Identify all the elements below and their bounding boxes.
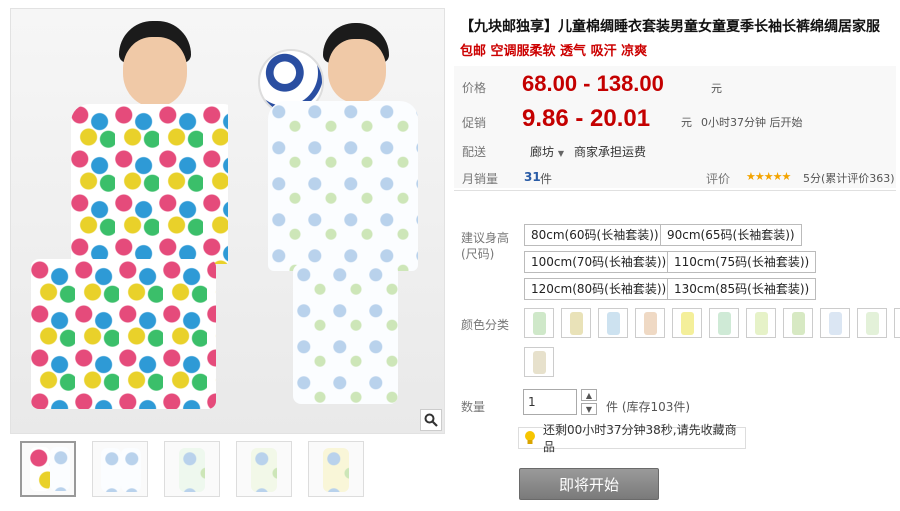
- price-label: 价格: [462, 81, 487, 95]
- color-swatch-4[interactable]: [635, 308, 665, 338]
- swatch-garment-thumbnail: [718, 312, 731, 335]
- promo-unit: 元: [681, 116, 692, 129]
- shipping-location: 廊坊: [530, 145, 555, 159]
- promo-price-range: 9.86 - 20.01: [522, 105, 651, 132]
- quantity-label: 数量: [461, 400, 486, 414]
- swatch-garment-thumbnail: [533, 351, 546, 374]
- favorite-reminder: 还剩00小时37分钟38秒,请先收藏商品: [518, 423, 746, 454]
- color-swatch-5[interactable]: [672, 308, 702, 338]
- swatch-garment-thumbnail: [570, 312, 583, 335]
- color-swatch-10[interactable]: [857, 308, 887, 338]
- promo-countdown: 0小时37分钟 后开始: [701, 116, 803, 129]
- thumbnail-strip: [20, 441, 364, 497]
- product-photo-left-kid: [11, 9, 228, 433]
- size-label: 建议身高(尺码): [461, 231, 510, 261]
- price-unit: 元: [711, 82, 722, 95]
- thumbnail-2[interactable]: [92, 441, 148, 497]
- monthly-sales-label: 月销量: [462, 172, 499, 186]
- color-label: 颜色分类: [461, 318, 510, 332]
- magnifier-icon[interactable]: [420, 409, 442, 431]
- quantity-stock-text: 件 (库存103件): [606, 400, 691, 414]
- quantity-decrement-button[interactable]: ▼: [581, 403, 597, 415]
- shipping-location-select[interactable]: 廊坊 ▼: [530, 143, 564, 160]
- quantity-input[interactable]: [523, 389, 577, 415]
- thumbnail-4[interactable]: [236, 441, 292, 497]
- color-swatch-6[interactable]: [709, 308, 739, 338]
- thumbnail-1[interactable]: [20, 441, 76, 497]
- coming-soon-button[interactable]: 即将开始: [519, 468, 659, 500]
- color-swatch-8[interactable]: [783, 308, 813, 338]
- price-range: 68.00 - 138.00: [522, 71, 664, 96]
- color-swatch-2[interactable]: [561, 308, 591, 338]
- swatch-garment-thumbnail: [792, 312, 805, 335]
- product-title: 【九块邮独享】儿童棉绸睡衣套装男童女童夏季长袖长裤绵绸居家服: [460, 19, 880, 35]
- thumbnail-5[interactable]: [308, 441, 364, 497]
- color-swatch-12[interactable]: [524, 347, 554, 377]
- size-option-100[interactable]: 100cm(70码(长袖套装)): [524, 251, 674, 273]
- color-swatch-1[interactable]: [524, 308, 554, 338]
- size-option-80[interactable]: 80cm(60码(长袖套装)): [524, 224, 666, 246]
- size-option-90[interactable]: 90cm(65码(长袖套装)): [660, 224, 802, 246]
- promo-label: 促销: [462, 116, 487, 130]
- shipping-label: 配送: [462, 145, 487, 159]
- shipping-fee-text: 商家承担运费: [574, 145, 647, 159]
- product-subtitle: 包邮 空调服柔软 透气 吸汗 凉爽: [460, 44, 648, 59]
- swatch-garment-thumbnail: [644, 312, 657, 335]
- size-option-120[interactable]: 120cm(80码(长袖套装)): [524, 278, 674, 300]
- lightbulb-icon: [523, 430, 537, 446]
- divider: [454, 190, 896, 191]
- swatch-garment-thumbnail: [866, 312, 879, 335]
- rating-stars: ★★★★★: [746, 170, 791, 183]
- swatch-garment-thumbnail: [681, 312, 694, 335]
- swatch-garment-thumbnail: [607, 312, 620, 335]
- swatch-garment-thumbnail: [533, 312, 546, 335]
- color-swatch-7[interactable]: [746, 308, 776, 338]
- swatch-garment-thumbnail: [829, 312, 842, 335]
- product-photo-right-kid: [227, 9, 444, 433]
- monthly-sales-unit: 件: [540, 172, 553, 186]
- monthly-sales-count: 31: [524, 170, 541, 184]
- thumbnail-3[interactable]: [164, 441, 220, 497]
- main-product-image[interactable]: [10, 8, 445, 434]
- favorite-reminder-text: 还剩00小时37分钟38秒,请先收藏商品: [543, 423, 737, 454]
- color-swatch-3[interactable]: [598, 308, 628, 338]
- chevron-down-icon: ▼: [557, 149, 564, 158]
- size-option-110[interactable]: 110cm(75码(长袖套装)): [667, 251, 817, 273]
- rating-label: 评价: [706, 172, 731, 186]
- swatch-garment-thumbnail: [755, 312, 768, 335]
- size-option-130[interactable]: 130cm(85码(长袖套装)): [667, 278, 817, 300]
- color-swatch-11[interactable]: [894, 308, 900, 338]
- rating-summary-link[interactable]: 5分(累计评价363): [803, 170, 895, 186]
- color-swatch-9[interactable]: [820, 308, 850, 338]
- quantity-increment-button[interactable]: ▲: [581, 389, 597, 401]
